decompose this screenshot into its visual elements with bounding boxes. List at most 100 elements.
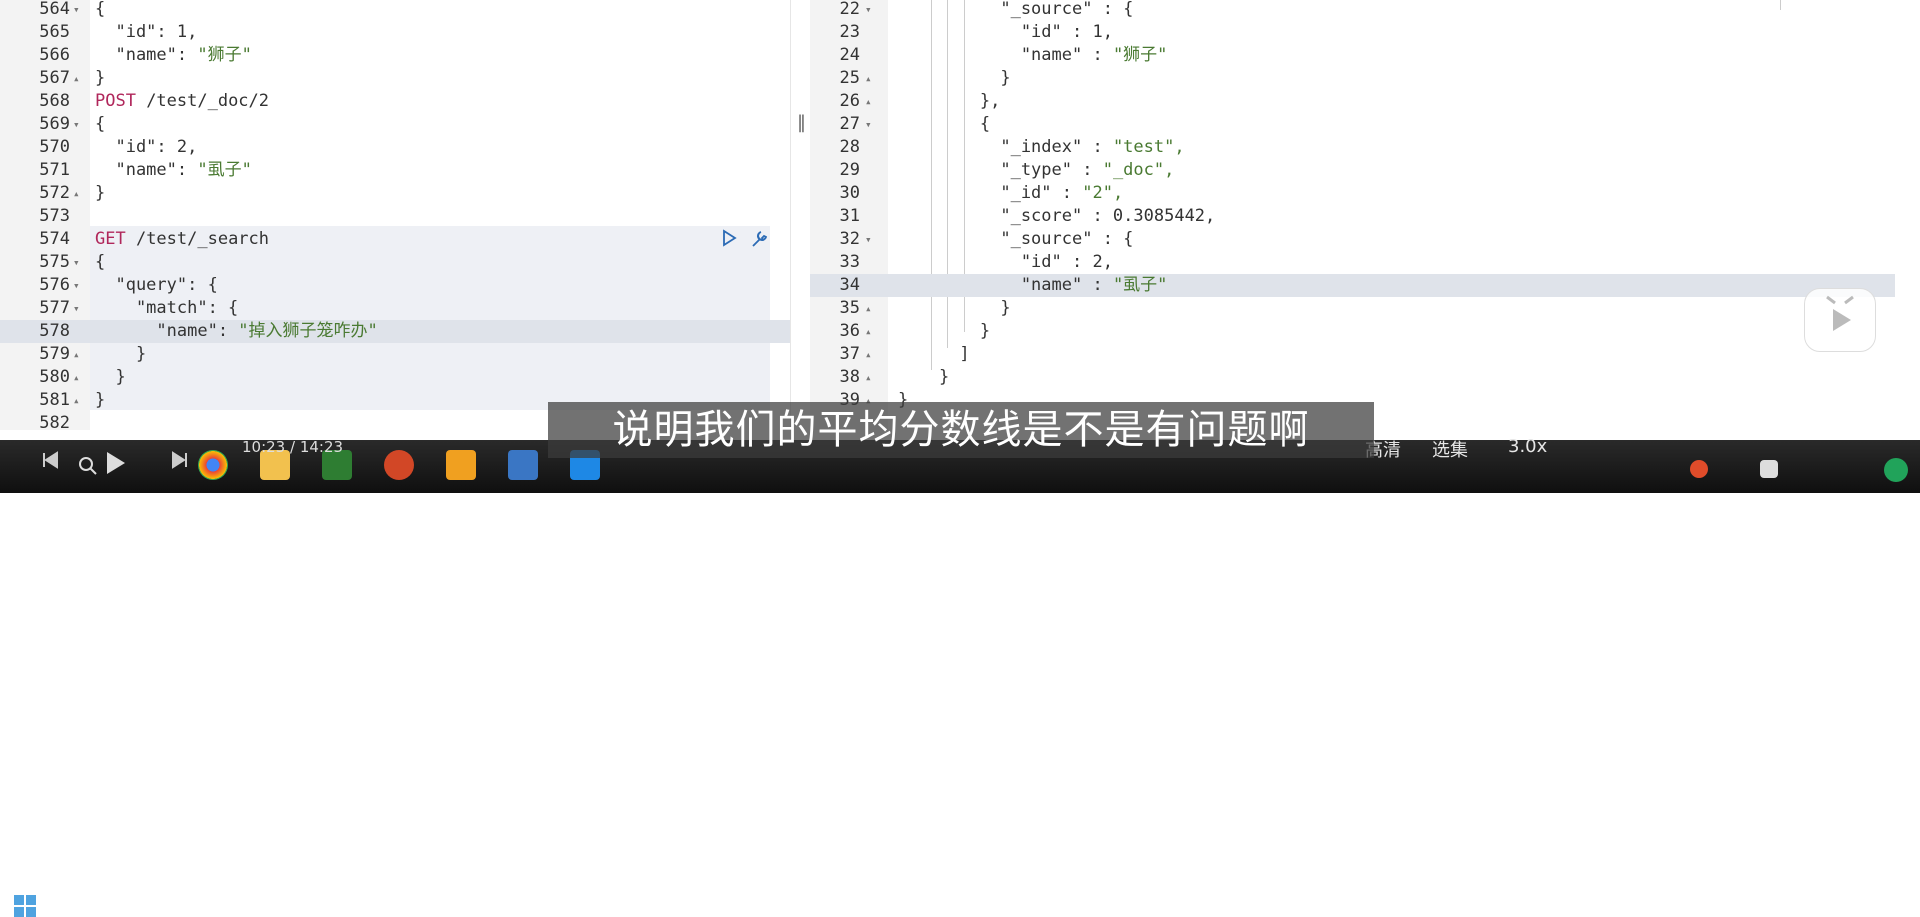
fold-toggle-icon[interactable]: ▾ xyxy=(73,113,80,136)
line-number: 27 xyxy=(839,114,860,134)
code-line[interactable]: 573 xyxy=(0,205,790,228)
resize-handle-icon[interactable]: ‖ xyxy=(797,112,806,133)
line-number: 578 xyxy=(39,321,70,341)
line-number: 579 xyxy=(39,344,70,364)
code-line[interactable]: 568 POST /test/_doc/2 xyxy=(0,90,790,113)
code-line[interactable]: 566 "name": "狮子" xyxy=(0,44,790,67)
response-viewer[interactable]: 22 ▾ "_source" : {23 "id" : 1, 24 "name" :… xyxy=(810,0,1920,430)
line-number: 573 xyxy=(39,206,70,226)
code-line[interactable]: 29 "_type" : "_doc", xyxy=(810,159,1920,182)
code-line[interactable]: 574 GET /test/_search xyxy=(0,228,790,251)
code-text: } xyxy=(95,344,147,364)
chrome-icon[interactable] xyxy=(198,450,228,480)
request-url: /test/_doc/2 xyxy=(135,91,270,111)
line-number: 570 xyxy=(39,137,70,157)
code-line[interactable]: 23 "id" : 1, xyxy=(810,21,1920,44)
fold-toggle-icon[interactable]: ▴ xyxy=(865,67,872,90)
code-line[interactable]: 572 ▴} xyxy=(0,182,790,205)
line-number: 24 xyxy=(839,45,860,65)
fold-toggle-icon[interactable]: ▾ xyxy=(865,228,872,251)
windows-start-icon[interactable] xyxy=(14,895,36,917)
code-line[interactable]: 24 "name" : "狮子" xyxy=(810,44,1920,67)
code-line[interactable]: 564 ▾ { xyxy=(0,0,790,21)
powerpoint-icon[interactable] xyxy=(384,450,414,480)
fold-toggle-icon[interactable]: ▴ xyxy=(73,366,80,389)
episodes-button[interactable]: 选集 xyxy=(1432,436,1468,462)
code-text: } xyxy=(898,68,1011,88)
fold-toggle-icon[interactable]: ▾ xyxy=(73,297,80,320)
code-line[interactable]: 578 "name": "掉入狮子笼咋办" xyxy=(0,320,790,343)
code-line[interactable]: 565 "id": 1, xyxy=(0,21,790,44)
line-number: 25 xyxy=(839,68,860,88)
app-icon[interactable] xyxy=(446,450,476,480)
line-number: 572 xyxy=(39,183,70,203)
code-line[interactable]: 22 ▾ "_source" : { xyxy=(810,0,1920,21)
line-number: 581 xyxy=(39,390,70,410)
fold-toggle-icon[interactable]: ▾ xyxy=(73,274,80,297)
run-request-icon[interactable] xyxy=(720,229,738,249)
fold-toggle-icon[interactable]: ▾ xyxy=(865,0,872,21)
code-line[interactable]: 567 ▴} xyxy=(0,67,790,90)
floating-play-button[interactable] xyxy=(1804,288,1876,352)
line-number: 565 xyxy=(39,22,70,42)
http-method: POST xyxy=(95,91,136,111)
fold-toggle-icon[interactable]: ▾ xyxy=(73,0,80,21)
fold-toggle-icon[interactable]: ▴ xyxy=(865,343,872,366)
fold-toggle-icon[interactable]: ▴ xyxy=(73,389,80,412)
network-icon[interactable] xyxy=(1760,460,1778,478)
fold-toggle-icon[interactable]: ▾ xyxy=(73,251,80,274)
next-icon[interactable] xyxy=(170,450,190,470)
code-line[interactable]: 570 "id": 2, xyxy=(0,136,790,159)
code-text: } xyxy=(898,367,950,387)
code-line[interactable]: 38 ▴ } xyxy=(810,366,1920,389)
terminal-icon[interactable] xyxy=(508,450,538,480)
notification-badge[interactable] xyxy=(1884,458,1908,482)
code-line[interactable]: 580 ▴ } xyxy=(0,366,790,389)
code-line[interactable]: 36 ▴ } xyxy=(810,320,1920,343)
speed-button[interactable]: 3.0x xyxy=(1508,436,1547,457)
code-line[interactable]: 31 "_score" : 0.3085442, xyxy=(810,205,1920,228)
request-line: POST /test/_doc/2 xyxy=(95,90,269,113)
line-number: 37 xyxy=(839,344,860,364)
fold-toggle-icon[interactable]: ▾ xyxy=(865,113,872,136)
code-line[interactable]: 576 ▾ "query": { xyxy=(0,274,790,297)
line-number: 36 xyxy=(839,321,860,341)
code-line[interactable]: 33 "id" : 2, xyxy=(810,251,1920,274)
code-line[interactable]: 32 ▾ "_source" : { xyxy=(810,228,1920,251)
fold-toggle-icon[interactable]: ▴ xyxy=(73,182,80,205)
code-line[interactable]: 575 ▾ { xyxy=(0,251,790,274)
search-icon[interactable] xyxy=(78,456,98,476)
line-number: 28 xyxy=(839,137,860,157)
tray-icon[interactable] xyxy=(1690,460,1708,478)
fold-toggle-icon[interactable]: ▴ xyxy=(865,297,872,320)
play-icon[interactable] xyxy=(104,450,128,476)
fold-toggle-icon[interactable]: ▴ xyxy=(865,90,872,113)
code-line[interactable]: 25 ▴ } xyxy=(810,67,1920,90)
fold-toggle-icon[interactable]: ▴ xyxy=(865,320,872,343)
code-line[interactable]: 37 ▴ ] xyxy=(810,343,1920,366)
code-line[interactable]: 34 "name" : "虱子" xyxy=(810,274,1895,297)
code-line[interactable]: 30 "_id" : "2", xyxy=(810,182,1920,205)
code-line[interactable]: 26 ▴ }, xyxy=(810,90,1920,113)
fold-toggle-icon[interactable]: ▴ xyxy=(865,366,872,389)
wrench-settings-icon[interactable] xyxy=(750,229,770,249)
code-line[interactable]: 577 ▾ "match": { xyxy=(0,297,790,320)
code-line[interactable]: 579 ▴ } xyxy=(0,343,790,366)
code-line[interactable]: 571 "name": "虱子" xyxy=(0,159,790,182)
code-line[interactable]: 27 ▾ { xyxy=(810,113,1920,136)
line-number: 26 xyxy=(839,91,860,111)
line-number: 34 xyxy=(839,275,860,295)
code-line[interactable]: 35 ▴ } xyxy=(810,297,1920,320)
pane-divider[interactable] xyxy=(790,0,811,430)
code-text: "id": 1, xyxy=(95,22,198,42)
fold-toggle-icon[interactable]: ▴ xyxy=(73,343,80,366)
line-number: 31 xyxy=(839,206,860,226)
fold-toggle-icon[interactable]: ▴ xyxy=(73,67,80,90)
code-line[interactable]: 569 ▾ { xyxy=(0,113,790,136)
request-editor[interactable]: 564 ▾{565 "id": 1, 566 "name": "狮子" 567 ▴} 56… xyxy=(0,0,790,430)
previous-icon[interactable] xyxy=(40,450,60,470)
code-text: "match": { xyxy=(95,298,239,318)
code-text: ] xyxy=(898,344,970,364)
code-line[interactable]: 28 "_index" : "test", xyxy=(810,136,1920,159)
request-url: /test/_search xyxy=(125,229,270,249)
